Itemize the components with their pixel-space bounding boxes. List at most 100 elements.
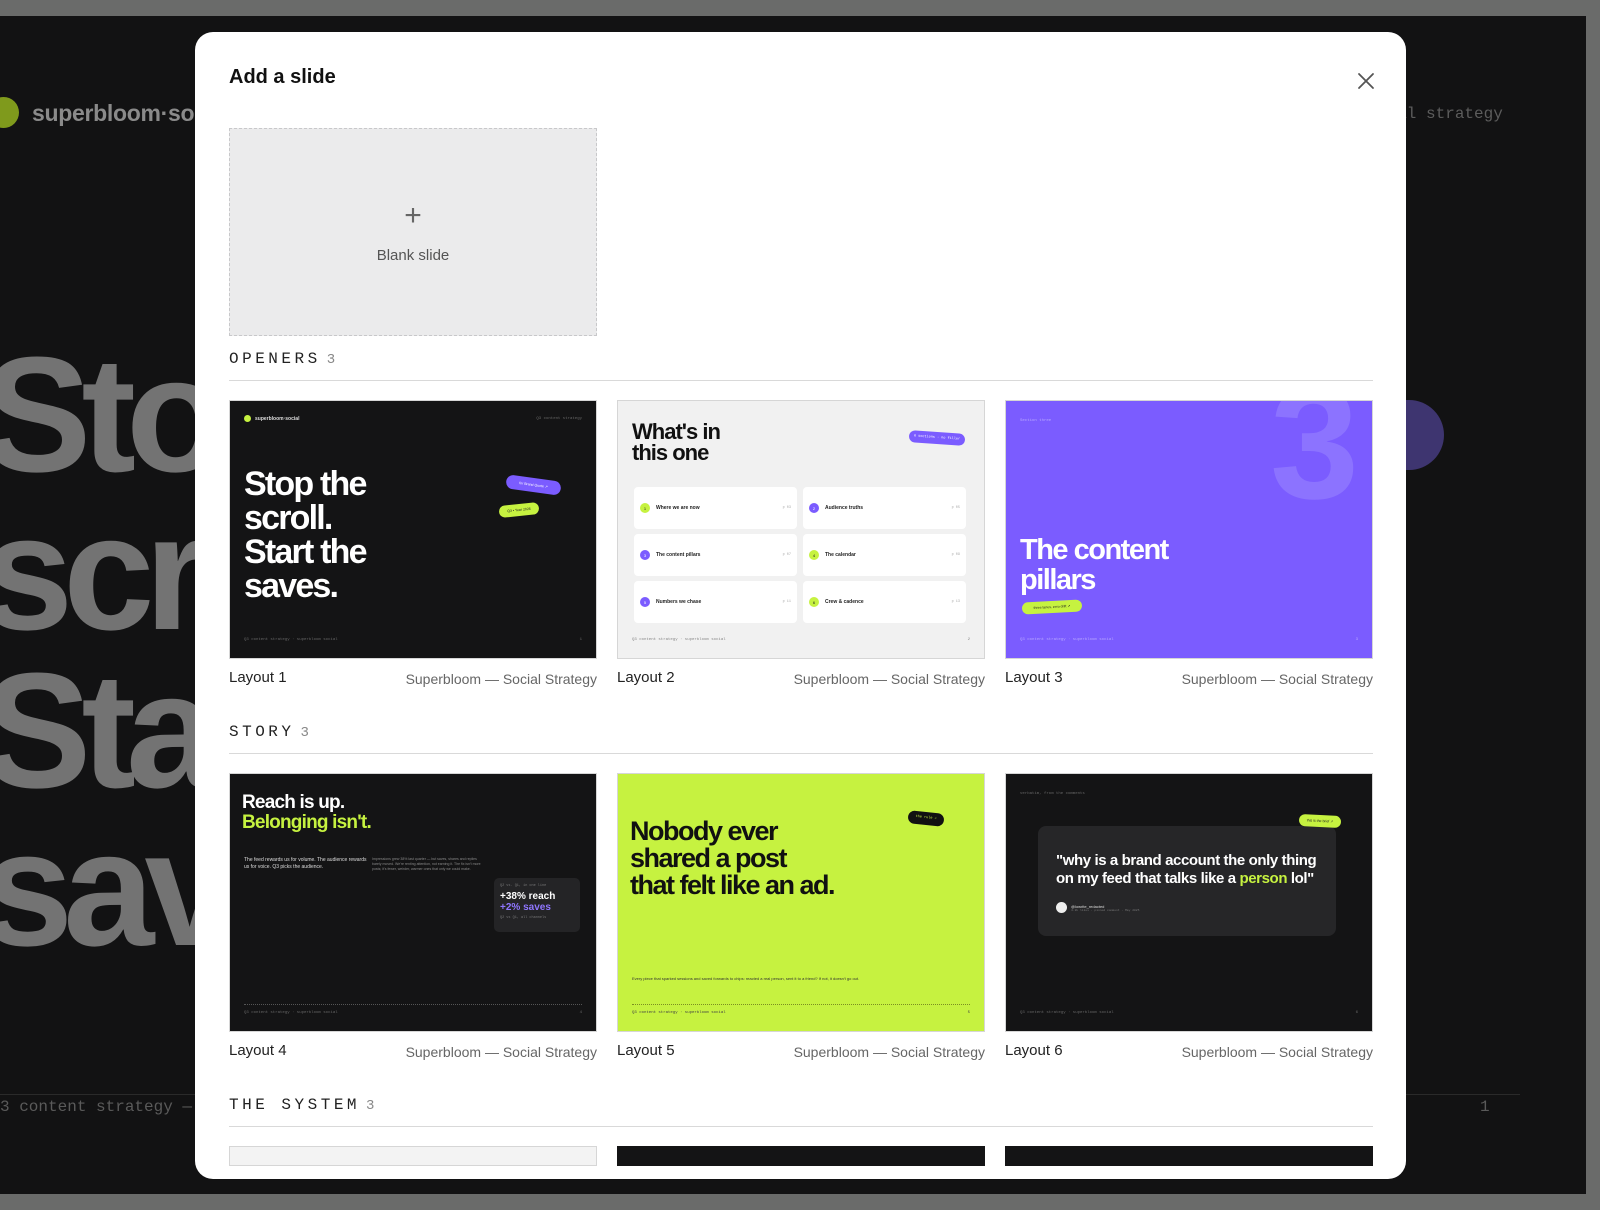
thumb-headline-line: shared a post xyxy=(630,843,788,873)
thumb-footer-divider xyxy=(244,1004,582,1005)
thumb-pill: the rule ↗ xyxy=(907,810,945,827)
layout-card-4[interactable]: Reach is up. Belonging isn't. The feed r… xyxy=(229,773,597,1060)
brand-logo-icon xyxy=(0,97,19,128)
thumb-paragraph: Every piece that sparked sessions and sa… xyxy=(632,976,860,981)
agenda-number: 1 xyxy=(640,503,650,513)
agenda-meta: p 11 xyxy=(782,600,791,604)
background-footer: 3 content strategy — s xyxy=(0,1098,212,1116)
layout-card-2[interactable]: What's in this one 6 sections · no fille… xyxy=(617,400,985,687)
thumb-headline-line: saves. xyxy=(244,567,339,605)
thumb-headline-line: this one xyxy=(632,440,709,465)
section-count: 3 xyxy=(300,725,309,741)
card-meta: Layout 5 Superbloom — Social Strategy xyxy=(617,1042,985,1060)
thumb-pill: this is the brief ↗ xyxy=(1298,813,1342,829)
agenda-meta: p 09 xyxy=(951,553,960,557)
thumb-footer-right: 1 xyxy=(579,638,582,642)
thumb-paragraph: The feed rewards us for volume. The audi… xyxy=(244,857,367,870)
thumb-tag: Q3 content strategy xyxy=(536,417,582,421)
layout-name: Layout 2 xyxy=(617,669,675,686)
stat-label: Q2 vs. Q1, in one line xyxy=(500,884,547,888)
thumb-headline-line: Reach is up. xyxy=(242,792,345,813)
section-count: 3 xyxy=(326,352,336,368)
agenda-label: Where we are now xyxy=(656,505,700,511)
thumb-brand-label: superbloom·social xyxy=(255,415,300,422)
agenda-label: Audience truths xyxy=(825,505,864,511)
thumb-footer-left: Q3 content strategy · superbloom social xyxy=(244,1011,338,1015)
add-slide-dialog: Add a slide + Blank slide OPENERS 3 super… xyxy=(195,32,1406,1179)
layout-thumbnail: 3 Section three The content pillars thre… xyxy=(1005,400,1373,659)
thumb-headline-line: pillars xyxy=(1020,564,1096,596)
agenda-item: 6 Crew & cadence p 13 xyxy=(803,581,966,623)
agenda-label: The content pillars xyxy=(656,552,701,558)
agenda-meta: p 05 xyxy=(951,506,960,510)
layout-name: Layout 4 xyxy=(229,1042,287,1059)
background-headline-line: scr xyxy=(0,481,208,664)
thumb-footer-left: Q3 content strategy · superbloom social xyxy=(244,638,338,642)
layout-thumbnail: Reach is up. Belonging isn't. The feed r… xyxy=(229,773,597,1032)
layout-card-9[interactable] xyxy=(1005,1146,1373,1166)
thumb-paragraph: Impressions grew 38% last quarter — but … xyxy=(372,857,481,871)
background-page-number: 1 xyxy=(1480,1098,1490,1116)
section-divider xyxy=(229,753,1373,754)
thumb-pill: for Brand Quote ↗ xyxy=(505,474,562,496)
section-heading-openers: OPENERS 3 xyxy=(229,350,335,368)
layout-deck: Superbloom — Social Strategy xyxy=(793,1044,985,1060)
agenda-number: 2 xyxy=(809,503,819,513)
close-icon xyxy=(1358,73,1374,89)
layout-thumbnail: verbatim, from the comments "why is a br… xyxy=(1005,773,1373,1032)
layout-card-5[interactable]: Nobody ever shared a post that felt like… xyxy=(617,773,985,1060)
thumb-tag: Section three xyxy=(1020,419,1052,423)
layout-card-7[interactable] xyxy=(229,1146,597,1166)
section-name: OPENERS xyxy=(229,350,321,368)
thumb-footer-divider xyxy=(632,1004,970,1005)
thumb-headline-line: Nobody ever xyxy=(630,816,779,846)
layout-deck: Superbloom — Social Strategy xyxy=(793,671,985,687)
card-meta: Layout 6 Superbloom — Social Strategy xyxy=(1005,1042,1373,1060)
layout-deck: Superbloom — Social Strategy xyxy=(1181,1044,1373,1060)
thumb-quote-card: "why is a brand account the only thing o… xyxy=(1038,826,1336,936)
thumb-pill: 6 sections · no filler xyxy=(908,430,966,446)
layout-card-1[interactable]: superbloom·social Q3 content strategy St… xyxy=(229,400,597,687)
avatar xyxy=(1056,902,1067,913)
agenda-item: 1 Where we are now p 03 xyxy=(634,487,797,529)
agenda-number: 6 xyxy=(809,597,819,607)
agenda-number: 4 xyxy=(809,550,819,560)
agenda-grid: 1 Where we are now p 03 2 Audience truth… xyxy=(634,487,966,623)
thumb-headline-line: Belonging isn't. xyxy=(242,812,372,833)
thumb-section-number: 3 xyxy=(1270,400,1359,532)
background-headline-line: Sta xyxy=(0,639,217,822)
agenda-meta: p 07 xyxy=(782,553,791,557)
quote-author: @lowrite_redacted 4.2k likes · pinned co… xyxy=(1056,902,1320,913)
thumb-headline-line: What's in xyxy=(632,419,721,444)
blank-slide-label: Blank slide xyxy=(376,246,450,264)
blank-slide-option[interactable]: + Blank slide xyxy=(229,128,597,336)
layout-thumbnail: What's in this one 6 sections · no fille… xyxy=(617,400,985,659)
thumb-stat-card: Q2 vs. Q1, in one line +38% reach +2% sa… xyxy=(494,878,580,932)
thumb-footer-right: 4 xyxy=(579,1011,582,1015)
background-headline: Sto scr Sta sav xyxy=(0,333,236,971)
layout-name: Layout 5 xyxy=(617,1042,675,1059)
section-heading-story: STORY 3 xyxy=(229,723,309,741)
layout-card-6[interactable]: verbatim, from the comments "why is a br… xyxy=(1005,773,1373,1060)
quote-highlight: person xyxy=(1239,870,1288,887)
layout-deck: Superbloom — Social Strategy xyxy=(1181,671,1373,687)
thumb-footer-left: Q3 content strategy · superbloom social xyxy=(1020,1011,1114,1015)
thumb-pill: Q3 • Year 2026 xyxy=(498,501,540,519)
agenda-label: Numbers we chase xyxy=(656,599,702,605)
agenda-item: 3 The content pillars p 07 xyxy=(634,534,797,576)
thumb-footer: Q3 content strategy · superbloom social … xyxy=(1020,1011,1358,1015)
agenda-meta: p 03 xyxy=(782,506,791,510)
thumb-headline-line: The content xyxy=(1020,534,1169,566)
layout-card-3[interactable]: 3 Section three The content pillars thre… xyxy=(1005,400,1373,687)
layout-thumbnail: superbloom·social Q3 content strategy St… xyxy=(229,400,597,659)
close-button[interactable] xyxy=(1351,66,1381,96)
agenda-label: Crew & cadence xyxy=(825,599,864,605)
section-name: THE SYSTEM xyxy=(229,1096,361,1114)
thumb-quote: "why is a brand account the only thing o… xyxy=(1056,852,1320,888)
stat-saves: +2% saves xyxy=(500,902,551,913)
thumb-footer-left: Q3 content strategy · superbloom social xyxy=(632,638,726,642)
thumb-headline: The content pillars xyxy=(1020,534,1169,596)
card-meta: Layout 4 Superbloom — Social Strategy xyxy=(229,1042,597,1060)
section-count: 3 xyxy=(366,1098,375,1114)
layout-card-8[interactable] xyxy=(617,1146,985,1166)
